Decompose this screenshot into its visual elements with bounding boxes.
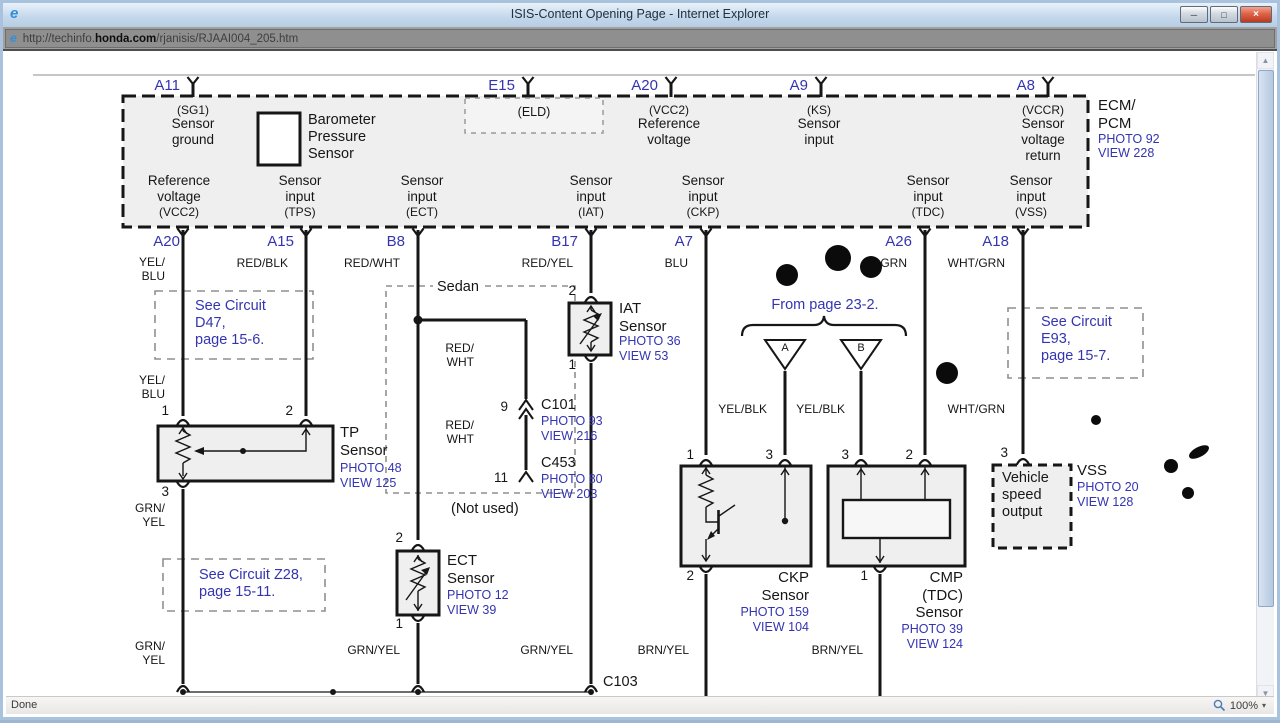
url-prefix: http://techinfo.	[22, 32, 95, 45]
scroll-up-icon[interactable]: ▲	[1257, 52, 1274, 69]
minimize-button[interactable]: ─	[1180, 6, 1208, 23]
vertical-scrollbar[interactable]: ▲ ▼	[1256, 52, 1274, 702]
url-input[interactable]: e http://techinfo. honda.com/rjanisis/RJA…	[5, 29, 1275, 48]
url-path: /rjanisis/RJAAI004_205.htm	[156, 32, 299, 45]
browser-window: e ISIS-Content Opening Page - Internet E…	[0, 0, 1280, 720]
zoom-dropdown-icon[interactable]: ▾	[1262, 701, 1266, 710]
maximize-button[interactable]: □	[1210, 6, 1238, 23]
close-window-button[interactable]: ×	[1240, 6, 1272, 23]
window-title: ISIS-Content Opening Page - Internet Exp…	[510, 7, 770, 21]
url-domain: honda.com	[94, 32, 157, 45]
ie-page-icon: e	[10, 31, 17, 45]
zoom-level: 100%	[1229, 699, 1258, 712]
title-bar: e ISIS-Content Opening Page - Internet E…	[3, 3, 1277, 28]
magnifier-icon	[1213, 699, 1225, 712]
scrollbar-thumb[interactable]	[1258, 70, 1274, 607]
zoom-control[interactable]: 100% ▾	[1213, 699, 1266, 712]
address-bar: e http://techinfo. honda.com/rjanisis/RJA…	[3, 27, 1277, 51]
status-text: Done	[11, 699, 38, 711]
status-bar: Done 100% ▾	[6, 696, 1274, 714]
diagram-page	[6, 51, 1274, 697]
